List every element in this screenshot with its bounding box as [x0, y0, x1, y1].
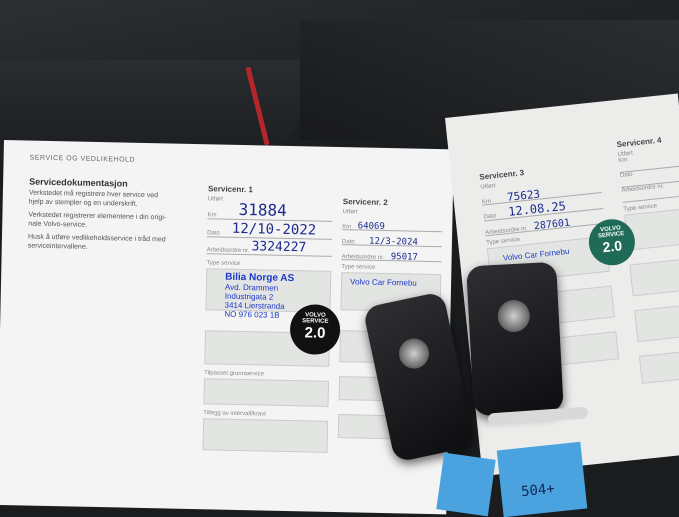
service-4-box-4 — [638, 348, 679, 384]
service-1-box-3 — [203, 378, 330, 407]
stamp-volvo-fornebu: Volvo Car Fornebu — [350, 277, 417, 288]
key-tag-left — [436, 452, 496, 517]
service-1-date: 12/10-2022 — [231, 220, 317, 239]
order-label: Arbeidsordre nr. — [206, 247, 250, 255]
doc-instructions: Verkstedet må registrere hver service ve… — [27, 189, 167, 251]
service-1-km: 31884 — [238, 199, 287, 220]
type-service-label: Type service — [206, 260, 241, 267]
badge-green-num: 2.0 — [601, 237, 623, 256]
volvo-logo-icon-2 — [496, 299, 531, 333]
volvo-logo-icon — [396, 335, 432, 372]
stamp-bilia-line4: NO 976 023 1B — [224, 309, 280, 320]
order-label-3: Arbeidsordre nr. — [484, 225, 529, 237]
stamp-bilia: Bilia Norge AS Avd. Drammen Industrigata… — [224, 272, 294, 320]
date-label: Dato — [207, 230, 220, 237]
page-header: SERVICE OG VEDLIKEHOLD — [29, 154, 136, 164]
service-4-box-2 — [629, 257, 679, 297]
volvo-service-badge-black: VOLVO SERVICE 2.0 — [289, 304, 341, 356]
badge-black-num: 2.0 — [304, 324, 326, 342]
key-tag-text: 504+ — [520, 480, 556, 501]
volvo-key-fob-2 — [466, 261, 564, 417]
key-tag-right: 504+ — [496, 441, 588, 517]
type-service-label-2: Type service — [341, 264, 376, 271]
service-4-box-3 — [634, 302, 679, 343]
tillegg-label: Tillegg av intervall/kravt — [203, 410, 266, 418]
service-1-title: Servicenr. 1 — [207, 184, 254, 195]
service-3-order: 287601 — [533, 217, 571, 233]
tilpasset-label: Tilpasset grunnservice — [204, 370, 265, 378]
doc-title: Servicedokumentasjon — [29, 176, 128, 189]
service-2-title: Servicenr. 2 — [342, 197, 388, 208]
order-label-2: Arbeidsordre nr. — [341, 254, 385, 261]
service-1-order: 3324227 — [251, 239, 307, 256]
km-label: Km — [207, 212, 217, 219]
service-2-order: 95017 — [390, 252, 418, 263]
service-1-box-4 — [202, 418, 329, 453]
stamp-volvo-fornebu-2: Volvo Car Fornebu — [502, 246, 570, 263]
